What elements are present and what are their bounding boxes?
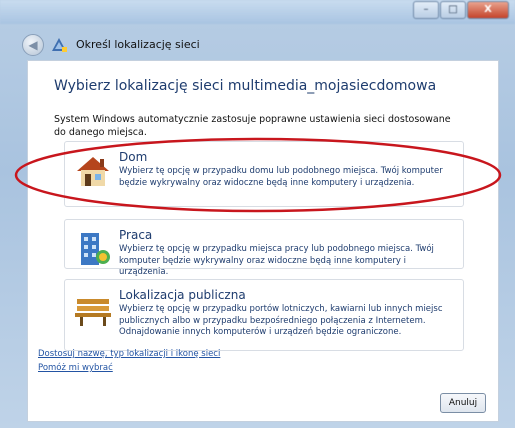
navigation-bar: ◀ Określ lokalizację sieci <box>0 24 515 64</box>
option-public[interactable]: Lokalizacja publiczna Wybierz tę opcję w… <box>64 279 464 351</box>
park-bench-icon <box>75 299 111 326</box>
title-bar: – □ X <box>0 0 515 24</box>
close-button[interactable]: X <box>467 1 509 19</box>
customize-network-link[interactable]: Dostosuj nazwę, typ lokalizacji i ikonę … <box>38 349 220 359</box>
house-icon <box>77 157 109 186</box>
page-title: Wybierz lokalizację sieci multimedia_moj… <box>54 78 437 94</box>
option-home[interactable]: Dom Wybierz tę opcję w przypadku domu lu… <box>64 141 464 207</box>
option-public-title: Lokalizacja publiczna <box>119 288 246 302</box>
window-frame: – □ X ◀ Określ lokalizację sieci Wybierz… <box>0 0 515 428</box>
minimize-button[interactable]: – <box>413 1 439 19</box>
maximize-button[interactable]: □ <box>440 1 466 19</box>
window-title: Określ lokalizację sieci <box>76 38 200 51</box>
cancel-button[interactable]: Anuluj <box>440 393 486 413</box>
option-public-text: Wybierz tę opcję w przypadku portów lotn… <box>119 304 443 337</box>
option-home-title: Dom <box>119 150 148 164</box>
help-me-choose-link[interactable]: Pomóż mi wybrać <box>38 363 113 373</box>
option-work[interactable]: Praca Wybierz tę opcję w przypadku miejs… <box>64 219 464 277</box>
main-panel: Wybierz lokalizację sieci multimedia_moj… <box>27 60 499 422</box>
option-work-text: Wybierz tę opcję w przypadku miejsca pra… <box>119 244 434 277</box>
back-button[interactable]: ◀ <box>22 34 44 56</box>
office-building-icon <box>81 233 110 265</box>
option-home-text: Wybierz tę opcję w przypadku domu lub po… <box>119 166 443 188</box>
window-controls: – □ X <box>412 1 509 19</box>
page-description: System Windows automatycznie zastosuje p… <box>54 114 451 138</box>
network-icon <box>52 38 67 52</box>
option-work-title: Praca <box>119 228 153 242</box>
